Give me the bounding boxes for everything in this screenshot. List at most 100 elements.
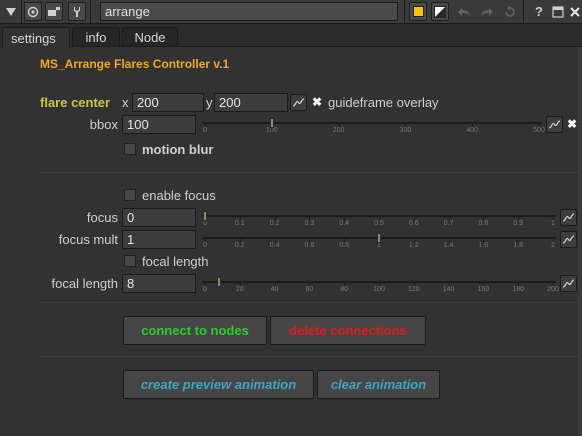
slider-tick-label: 120 (407, 286, 420, 293)
tab-settings[interactable]: settings (2, 27, 70, 48)
focus-mult-slider[interactable]: 0 0.2 0.4 0.6 0.8 1 1.2 1.4 1.6 1.8 2 (202, 233, 556, 253)
flare-center-y-input[interactable] (214, 93, 288, 112)
panel-scroll-edge (578, 47, 582, 436)
bbox-input[interactable] (122, 115, 196, 134)
collapse-triangle-icon[interactable] (2, 2, 20, 21)
slider-handle[interactable] (216, 277, 221, 287)
delete-connections-button[interactable]: delete connections (270, 316, 426, 345)
toolbar-divider (404, 0, 405, 24)
slider-tick-label: 0.2 (234, 242, 245, 249)
node-name-input[interactable] (100, 2, 398, 21)
focal-length-checkbox[interactable] (124, 255, 136, 267)
focus-label: focus (86, 210, 118, 225)
flare-center-label: flare center (40, 95, 111, 110)
motion-blur-label: motion blur (142, 142, 214, 157)
slider-handle[interactable] (269, 118, 274, 128)
help-icon[interactable]: ? (530, 2, 548, 21)
section-divider (40, 356, 580, 357)
slider-tick-label: 160 (477, 286, 490, 293)
slider-handle[interactable] (203, 211, 207, 221)
toolbar-divider (21, 0, 22, 24)
slider-tick-label: 0.5 (374, 220, 384, 227)
slider-tick-label: 500 (533, 127, 545, 134)
connect-to-nodes-button[interactable]: connect to nodes (123, 316, 267, 345)
guideframe-checkbox-checked-icon[interactable]: ✖ (311, 96, 323, 108)
float-panel-icon[interactable] (549, 2, 567, 21)
slider-tick-label: 0.1 (234, 220, 245, 227)
motion-blur-checkbox[interactable] (124, 143, 136, 155)
font-color-button[interactable] (431, 2, 449, 21)
create-preview-animation-button[interactable]: create preview animation (123, 370, 314, 399)
toolbar-divider (90, 0, 91, 24)
revert-icon[interactable] (501, 2, 519, 21)
slider-tick-label: 60 (305, 286, 314, 293)
enable-focus-checkbox[interactable] (124, 189, 136, 201)
bbox-reset-x-icon[interactable]: ✖ (566, 118, 578, 130)
bbox-label: bbox (89, 117, 118, 132)
slider-tick-label: 1 (377, 242, 381, 249)
tab-bar: settings info Node (0, 25, 582, 48)
redo-icon[interactable] (478, 2, 496, 21)
slider-tick-label: 0.4 (339, 220, 350, 227)
focus-slider[interactable]: 0 0.1 0.2 0.3 0.4 0.5 0.6 0.7 0.8 0.9 1 (202, 211, 556, 231)
slider-track[interactable] (202, 122, 542, 124)
slider-tick-label: 2 (551, 242, 555, 249)
slider-tick-label: 300 (399, 127, 412, 134)
node-graph-icon[interactable] (45, 2, 63, 21)
guideframe-overlay-label: guideframe overlay (328, 95, 439, 110)
slider-tick-label: 0.8 (478, 220, 489, 227)
animation-curve-icon[interactable] (560, 209, 577, 226)
animation-curve-icon[interactable] (546, 116, 563, 133)
slider-tick-label: 1.2 (408, 242, 419, 249)
slider-tick-label: 140 (442, 286, 455, 293)
slider-tick-label: 1.4 (443, 242, 454, 249)
font-color-swatch-icon (434, 5, 446, 18)
slider-tick-label: 200 (332, 127, 345, 134)
slider-tick-label: 40 (270, 286, 279, 293)
slider-tick-label: 0 (203, 127, 207, 134)
panel-title: MS_Arrange Flares Controller v.1 (40, 57, 230, 71)
slider-tick-label: 200 (547, 286, 559, 293)
wrench-icon[interactable] (68, 2, 86, 21)
animation-curve-icon[interactable] (290, 94, 307, 111)
slider-tick-label: 1.8 (513, 242, 524, 249)
focus-input[interactable] (122, 208, 196, 227)
focus-mult-input[interactable] (122, 230, 196, 249)
tile-color-swatch-icon (412, 6, 424, 17)
animation-curve-icon[interactable] (560, 275, 577, 292)
slider-tick-label: 0 (203, 242, 207, 249)
flare-center-x-label: x (122, 95, 129, 110)
section-divider (40, 302, 580, 303)
slider-tick-label: 100 (265, 127, 278, 134)
bbox-slider[interactable]: 0 100 200 300 400 500 (202, 118, 545, 138)
slider-handle[interactable] (377, 233, 381, 243)
slider-tick-label: 0 (203, 286, 207, 293)
slider-tick-label: 400 (466, 127, 479, 134)
slider-tick-label: 180 (512, 286, 525, 293)
slider-tick-label: 1.6 (478, 242, 489, 249)
enable-focus-label: enable focus (142, 188, 216, 203)
tab-info[interactable]: info (72, 27, 120, 47)
undo-icon[interactable] (455, 2, 473, 21)
slider-tick-label: 0.3 (304, 220, 315, 227)
animation-curve-icon[interactable] (560, 231, 577, 248)
focal-length-label: focal length (51, 276, 119, 291)
slider-tick-label: 0.4 (269, 242, 280, 249)
flare-center-y-label: y (206, 95, 213, 110)
slider-tick-label: 0.2 (269, 220, 280, 227)
section-divider (40, 172, 580, 173)
center-target-icon[interactable] (24, 2, 42, 21)
focal-length-input[interactable] (122, 274, 196, 293)
slider-tick-label: 0 (203, 220, 207, 227)
slider-tick-label: 0.7 (443, 220, 454, 227)
slider-tick-label: 20 (235, 286, 244, 293)
node-toolbar: ? (0, 0, 582, 24)
close-panel-icon[interactable] (566, 2, 582, 21)
slider-tick-label: 0.8 (339, 242, 350, 249)
tile-color-button[interactable] (409, 2, 427, 21)
slider-tick-label: 1 (551, 220, 555, 227)
focal-length-slider[interactable]: 0 20 40 60 80 100 120 140 160 180 200 (202, 277, 559, 297)
clear-animation-button[interactable]: clear animation (317, 370, 440, 399)
flare-center-x-input[interactable] (132, 93, 204, 112)
tab-node[interactable]: Node (122, 27, 178, 47)
